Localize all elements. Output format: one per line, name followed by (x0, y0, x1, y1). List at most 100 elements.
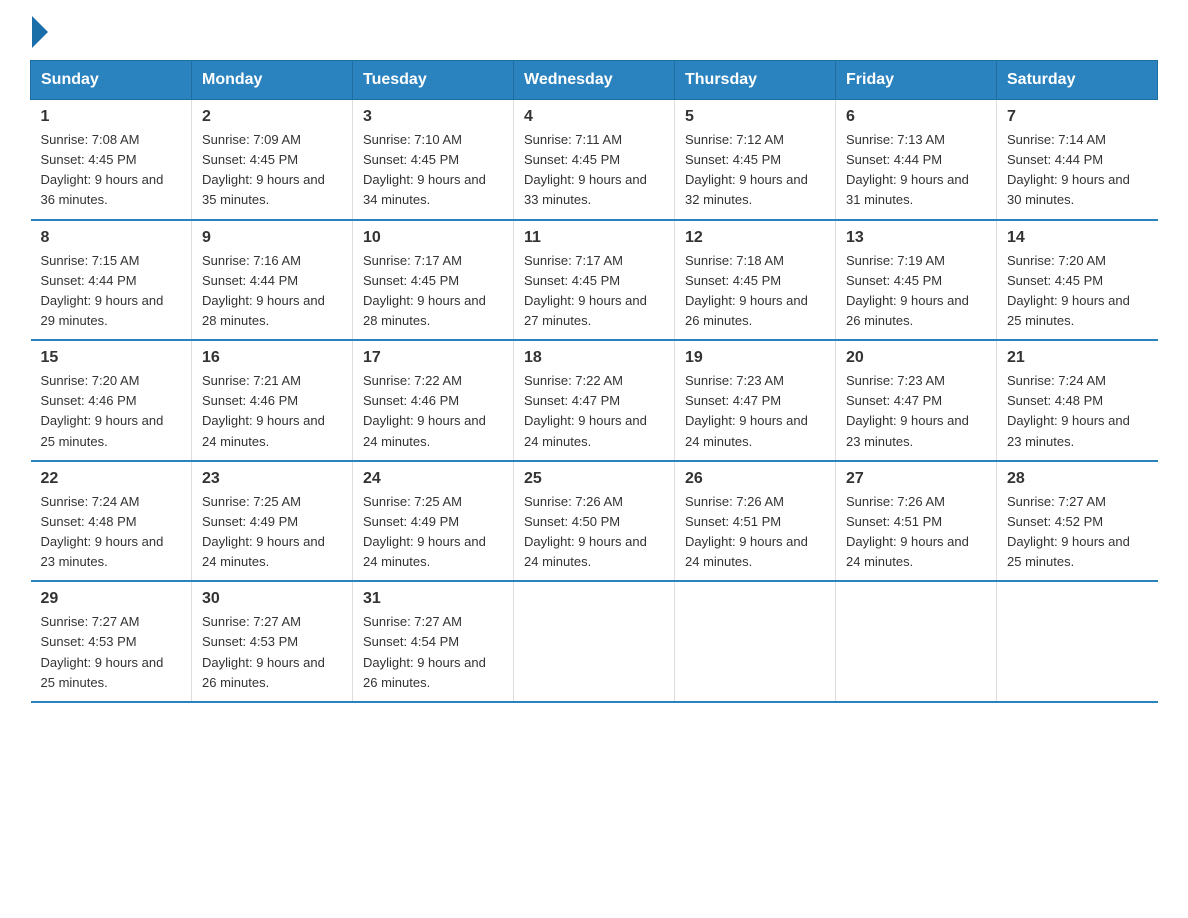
day-info: Sunrise: 7:21 AMSunset: 4:46 PMDaylight:… (202, 371, 342, 452)
calendar-cell: 27 Sunrise: 7:26 AMSunset: 4:51 PMDayligh… (836, 461, 997, 582)
day-info: Sunrise: 7:11 AMSunset: 4:45 PMDaylight:… (524, 130, 664, 211)
header-friday: Friday (836, 61, 997, 100)
day-number: 4 (524, 108, 664, 126)
day-info: Sunrise: 7:24 AMSunset: 4:48 PMDaylight:… (41, 492, 182, 573)
header-monday: Monday (192, 61, 353, 100)
calendar-cell: 26Sunrise: 7:26 AMSunset: 4:51 PMDayligh… (675, 461, 836, 582)
day-number: 3 (363, 108, 503, 126)
logo (30, 20, 48, 42)
calendar-cell: 20 Sunrise: 7:23 AMSunset: 4:47 PMDayligh… (836, 340, 997, 461)
day-number: 18 (524, 349, 664, 367)
day-number: 6 (846, 108, 986, 126)
calendar-cell: 6 Sunrise: 7:13 AMSunset: 4:44 PMDaylight… (836, 100, 997, 220)
calendar-week-row: 22 Sunrise: 7:24 AMSunset: 4:48 PMDayligh… (31, 461, 1158, 582)
day-number: 26 (685, 470, 825, 488)
day-number: 16 (202, 349, 342, 367)
calendar-cell: 11 Sunrise: 7:17 AMSunset: 4:45 PMDayligh… (514, 220, 675, 341)
day-info: Sunrise: 7:15 AMSunset: 4:44 PMDaylight:… (41, 251, 182, 332)
day-info: Sunrise: 7:10 AMSunset: 4:45 PMDaylight:… (363, 130, 503, 211)
day-number: 23 (202, 470, 342, 488)
header-wednesday: Wednesday (514, 61, 675, 100)
calendar-cell: 22 Sunrise: 7:24 AMSunset: 4:48 PMDayligh… (31, 461, 192, 582)
calendar-cell: 16 Sunrise: 7:21 AMSunset: 4:46 PMDayligh… (192, 340, 353, 461)
calendar-cell: 15 Sunrise: 7:20 AMSunset: 4:46 PMDayligh… (31, 340, 192, 461)
day-info: Sunrise: 7:22 AMSunset: 4:46 PMDaylight:… (363, 371, 503, 452)
calendar-cell: 7 Sunrise: 7:14 AMSunset: 4:44 PMDaylight… (997, 100, 1158, 220)
calendar-cell: 18 Sunrise: 7:22 AMSunset: 4:47 PMDayligh… (514, 340, 675, 461)
day-info: Sunrise: 7:20 AMSunset: 4:45 PMDaylight:… (1007, 251, 1148, 332)
calendar-table: SundayMondayTuesdayWednesdayThursdayFrid… (30, 60, 1158, 703)
day-number: 29 (41, 590, 182, 608)
day-info: Sunrise: 7:17 AMSunset: 4:45 PMDaylight:… (524, 251, 664, 332)
calendar-cell: 4 Sunrise: 7:11 AMSunset: 4:45 PMDaylight… (514, 100, 675, 220)
calendar-cell: 3 Sunrise: 7:10 AMSunset: 4:45 PMDaylight… (353, 100, 514, 220)
day-info: Sunrise: 7:18 AMSunset: 4:45 PMDaylight:… (685, 251, 825, 332)
day-info: Sunrise: 7:12 AMSunset: 4:45 PMDaylight:… (685, 130, 825, 211)
calendar-cell (514, 581, 675, 702)
calendar-cell: 9Sunrise: 7:16 AMSunset: 4:44 PMDaylight… (192, 220, 353, 341)
logo-arrow-icon (32, 16, 48, 48)
calendar-cell (836, 581, 997, 702)
day-info: Sunrise: 7:08 AMSunset: 4:45 PMDaylight:… (41, 130, 182, 211)
calendar-cell: 19 Sunrise: 7:23 AMSunset: 4:47 PMDayligh… (675, 340, 836, 461)
day-number: 11 (524, 229, 664, 247)
day-info: Sunrise: 7:25 AMSunset: 4:49 PMDaylight:… (202, 492, 342, 573)
day-info: Sunrise: 7:27 AMSunset: 4:54 PMDaylight:… (363, 612, 503, 693)
day-number: 17 (363, 349, 503, 367)
header-tuesday: Tuesday (353, 61, 514, 100)
day-info: Sunrise: 7:23 AMSunset: 4:47 PMDaylight:… (846, 371, 986, 452)
calendar-cell: 23 Sunrise: 7:25 AMSunset: 4:49 PMDayligh… (192, 461, 353, 582)
day-number: 21 (1007, 349, 1148, 367)
calendar-cell: 24Sunrise: 7:25 AMSunset: 4:49 PMDayligh… (353, 461, 514, 582)
day-number: 27 (846, 470, 986, 488)
day-number: 13 (846, 229, 986, 247)
header-sunday: Sunday (31, 61, 192, 100)
calendar-cell: 17 Sunrise: 7:22 AMSunset: 4:46 PMDayligh… (353, 340, 514, 461)
day-info: Sunrise: 7:26 AMSunset: 4:51 PMDaylight:… (846, 492, 986, 573)
calendar-week-row: 29 Sunrise: 7:27 AMSunset: 4:53 PMDayligh… (31, 581, 1158, 702)
header-thursday: Thursday (675, 61, 836, 100)
calendar-week-row: 1Sunrise: 7:08 AMSunset: 4:45 PMDaylight… (31, 100, 1158, 220)
day-number: 14 (1007, 229, 1148, 247)
page-header (30, 20, 1158, 42)
day-number: 22 (41, 470, 182, 488)
day-number: 25 (524, 470, 664, 488)
calendar-cell: 8 Sunrise: 7:15 AMSunset: 4:44 PMDaylight… (31, 220, 192, 341)
day-number: 20 (846, 349, 986, 367)
day-number: 10 (363, 229, 503, 247)
day-info: Sunrise: 7:14 AMSunset: 4:44 PMDaylight:… (1007, 130, 1148, 211)
calendar-cell: 13Sunrise: 7:19 AMSunset: 4:45 PMDayligh… (836, 220, 997, 341)
calendar-cell: 2Sunrise: 7:09 AMSunset: 4:45 PMDaylight… (192, 100, 353, 220)
day-number: 28 (1007, 470, 1148, 488)
calendar-cell: 12 Sunrise: 7:18 AMSunset: 4:45 PMDayligh… (675, 220, 836, 341)
day-info: Sunrise: 7:24 AMSunset: 4:48 PMDaylight:… (1007, 371, 1148, 452)
day-number: 8 (41, 229, 182, 247)
calendar-cell: 29 Sunrise: 7:27 AMSunset: 4:53 PMDayligh… (31, 581, 192, 702)
calendar-cell (675, 581, 836, 702)
day-info: Sunrise: 7:26 AMSunset: 4:50 PMDaylight:… (524, 492, 664, 573)
day-info: Sunrise: 7:27 AMSunset: 4:53 PMDaylight:… (41, 612, 182, 693)
calendar-week-row: 15 Sunrise: 7:20 AMSunset: 4:46 PMDayligh… (31, 340, 1158, 461)
day-number: 5 (685, 108, 825, 126)
day-info: Sunrise: 7:13 AMSunset: 4:44 PMDaylight:… (846, 130, 986, 211)
day-number: 31 (363, 590, 503, 608)
day-info: Sunrise: 7:17 AMSunset: 4:45 PMDaylight:… (363, 251, 503, 332)
day-info: Sunrise: 7:23 AMSunset: 4:47 PMDaylight:… (685, 371, 825, 452)
day-info: Sunrise: 7:22 AMSunset: 4:47 PMDaylight:… (524, 371, 664, 452)
day-info: Sunrise: 7:27 AMSunset: 4:52 PMDaylight:… (1007, 492, 1148, 573)
day-info: Sunrise: 7:20 AMSunset: 4:46 PMDaylight:… (41, 371, 182, 452)
calendar-cell: 31 Sunrise: 7:27 AMSunset: 4:54 PMDayligh… (353, 581, 514, 702)
day-info: Sunrise: 7:16 AMSunset: 4:44 PMDaylight:… (202, 251, 342, 332)
calendar-cell: 14 Sunrise: 7:20 AMSunset: 4:45 PMDayligh… (997, 220, 1158, 341)
calendar-cell (997, 581, 1158, 702)
calendar-cell: 25 Sunrise: 7:26 AMSunset: 4:50 PMDayligh… (514, 461, 675, 582)
header-saturday: Saturday (997, 61, 1158, 100)
day-number: 19 (685, 349, 825, 367)
day-number: 12 (685, 229, 825, 247)
calendar-cell: 5 Sunrise: 7:12 AMSunset: 4:45 PMDaylight… (675, 100, 836, 220)
day-number: 15 (41, 349, 182, 367)
day-number: 7 (1007, 108, 1148, 126)
day-info: Sunrise: 7:25 AMSunset: 4:49 PMDaylight:… (363, 492, 503, 573)
calendar-cell: 30Sunrise: 7:27 AMSunset: 4:53 PMDayligh… (192, 581, 353, 702)
calendar-cell: 21 Sunrise: 7:24 AMSunset: 4:48 PMDayligh… (997, 340, 1158, 461)
